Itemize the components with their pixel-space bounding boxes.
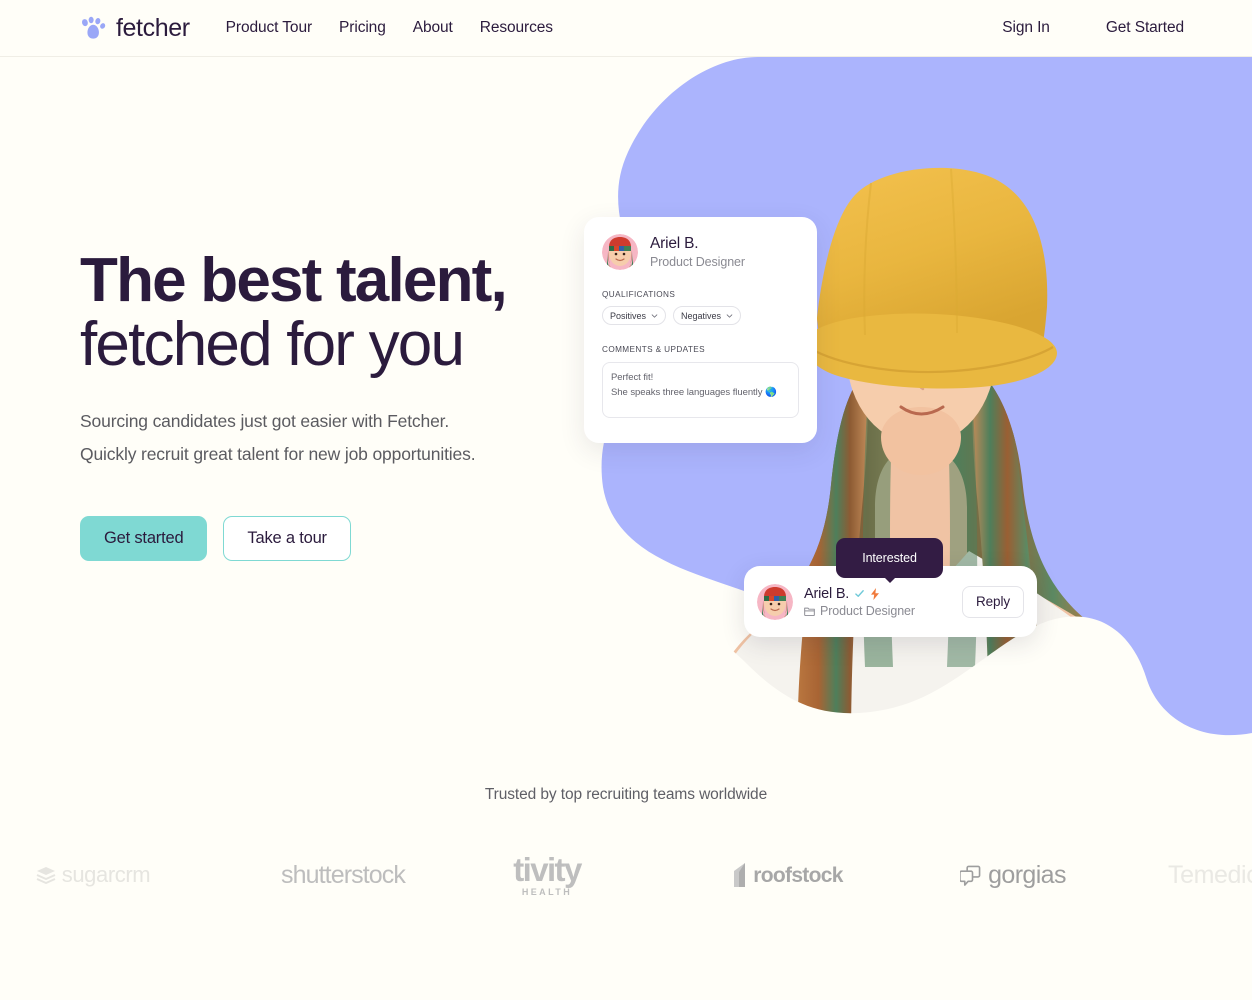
- comments-label: COMMENTS & UPDATES: [602, 345, 706, 354]
- nav-item-product-tour[interactable]: Product Tour: [226, 19, 313, 37]
- reply-button[interactable]: Reply: [961, 585, 1024, 618]
- candidate-profile-card[interactable]: Ariel B. Product Designer QUALIFICATIONS…: [584, 217, 817, 443]
- headline-line-2: fetched for you: [80, 310, 465, 379]
- hero-cta-row: Get started Take a tour: [80, 516, 600, 561]
- comment-line-2: She speaks three languages fluently 🌎: [611, 387, 777, 398]
- negatives-dropdown[interactable]: Negatives: [673, 306, 742, 325]
- comment-line-1: Perfect fit!: [611, 372, 654, 383]
- profile-card-header: Ariel B. Product Designer: [602, 234, 799, 270]
- positives-dropdown[interactable]: Positives: [602, 306, 667, 325]
- lightning-bolt-icon: [871, 587, 880, 600]
- logo-shutterstock-text: shutterstock: [281, 860, 406, 889]
- headline-line-1: The best talent,: [80, 246, 508, 315]
- check-icon: [855, 590, 864, 597]
- logo-temedica: Temedica: [1168, 840, 1252, 910]
- brand-logo[interactable]: fetcher: [80, 15, 190, 41]
- header-actions: Sign In Get Started: [1002, 19, 1184, 37]
- paw-print-icon: [81, 16, 106, 39]
- logo-gorgias-text: gorgias: [988, 860, 1066, 889]
- hero-subcopy: Sourcing candidates just got easier with…: [80, 405, 600, 471]
- page-title: The best talent, fetched for you: [80, 249, 600, 377]
- trusted-by-section: Trusted by top recruiting teams worldwid…: [0, 749, 1252, 910]
- positives-label: Positives: [610, 310, 647, 321]
- logo-roofstock-text: roofstock: [753, 863, 843, 887]
- reply-card-identity: Ariel B. Product Designer: [804, 586, 962, 618]
- profile-card-identity: Ariel B. Product Designer: [650, 235, 745, 269]
- comments-box[interactable]: Perfect fit! She speaks three languages …: [602, 362, 799, 418]
- take-a-tour-button[interactable]: Take a tour: [223, 516, 351, 561]
- qualifications-label: QUALIFICATIONS: [602, 290, 676, 299]
- candidate-name: Ariel B.: [804, 585, 850, 602]
- arrow-icon: [734, 863, 746, 887]
- logo-sugarcrm: sugarcrm: [18, 840, 168, 910]
- candidate-role: Product Designer: [650, 254, 745, 269]
- get-started-button[interactable]: Get started: [80, 516, 208, 561]
- logo-tivity-text: tivity: [513, 851, 582, 888]
- site-header: fetcher Product Tour Pricing About Resou…: [0, 0, 1252, 57]
- reply-card-name-row: Ariel B.: [804, 586, 962, 602]
- candidate-name: Ariel B.: [650, 235, 699, 253]
- logo-tivity-sub: HEALTH: [521, 887, 573, 897]
- logo-shutterstock: shutterstock: [243, 840, 443, 910]
- chevron-down-icon: [726, 313, 733, 318]
- trusted-by-label: Trusted by top recruiting teams worldwid…: [484, 786, 768, 803]
- qualifications-chips: Positives Negatives: [602, 306, 799, 325]
- negatives-label: Negatives: [681, 310, 722, 321]
- logo-roofstock: roofstock: [712, 840, 862, 910]
- stack-icon: [36, 867, 56, 884]
- logo-gorgias: gorgias: [938, 840, 1088, 910]
- chat-icon: [960, 865, 981, 886]
- avatar: [602, 234, 638, 270]
- main-nav: Product Tour Pricing About Resources: [226, 19, 553, 37]
- get-started-link[interactable]: Get Started: [1106, 19, 1184, 37]
- logo-temedica-text: Temedica: [1168, 860, 1252, 889]
- interested-tooltip: Interested: [836, 538, 943, 583]
- hero-copy: The best talent, fetched for you Sourcin…: [80, 249, 600, 561]
- logo-tivity-health: tivity HEALTH: [492, 840, 602, 910]
- client-logo-strip: sugarcrm shutterstock tivity HEALTH roof…: [0, 840, 1252, 910]
- nav-item-pricing[interactable]: Pricing: [339, 19, 386, 37]
- reply-card-role-row: Product Designer: [804, 604, 962, 618]
- chevron-down-icon: [651, 313, 658, 318]
- sign-in-link[interactable]: Sign In: [1002, 19, 1050, 37]
- candidate-role: Product Designer: [820, 603, 915, 618]
- nav-item-about[interactable]: About: [413, 19, 453, 37]
- brand-name: fetcher: [116, 13, 190, 42]
- interested-tooltip-label: Interested: [862, 551, 917, 565]
- subcopy-line-2: Quickly recruit great talent for new job…: [80, 444, 476, 464]
- logo-sugarcrm-text: sugarcrm: [61, 862, 151, 887]
- nav-item-resources[interactable]: Resources: [480, 19, 553, 37]
- avatar: [757, 583, 793, 620]
- subcopy-line-1: Sourcing candidates just got easier with…: [80, 411, 450, 431]
- folder-icon: [804, 607, 815, 616]
- hero-section: Ariel B. Product Designer QUALIFICATIONS…: [0, 57, 1252, 749]
